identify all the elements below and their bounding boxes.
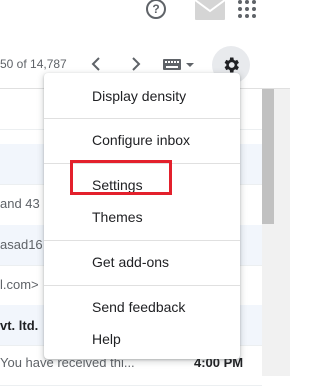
menu-divider [44, 240, 240, 241]
row-snippet: and 43 [0, 196, 40, 211]
menu-item-label: Configure inbox [92, 132, 191, 148]
menu-item-label: Themes [92, 209, 143, 225]
menu-item-label: Get add-ons [92, 254, 170, 270]
settings-highlight-box [70, 160, 172, 195]
menu-item-themes[interactable]: Themes [44, 204, 240, 230]
menu-item-help[interactable]: Help [44, 326, 240, 352]
row-snippet: asad16 [0, 237, 43, 252]
account-icon[interactable] [193, 0, 227, 22]
menu-divider [44, 118, 240, 119]
menu-divider [44, 285, 240, 286]
menu-item-label: Display density [92, 88, 187, 104]
row-snippet: vt. ltd. [0, 318, 39, 333]
gear-icon [224, 57, 239, 73]
menu-item-label: Send feedback [92, 299, 186, 315]
help-icon[interactable]: ? [143, 0, 171, 22]
top-header: ? [0, 0, 290, 40]
menu-item-get-add-ons[interactable]: Get add-ons [44, 249, 240, 275]
menu-item-display-density[interactable]: Display density [44, 83, 240, 109]
apps-grid-icon[interactable] [236, 0, 258, 18]
settings-menu: Display density Configure inbox Settings… [44, 73, 240, 359]
row-snippet: l.com> [0, 277, 39, 292]
menu-item-configure-inbox[interactable]: Configure inbox [44, 127, 240, 153]
scrollbar-thumb[interactable] [262, 89, 274, 224]
svg-text:?: ? [152, 2, 159, 16]
menu-item-send-feedback[interactable]: Send feedback [44, 294, 240, 320]
page-count: 50 of 14,787 [0, 57, 67, 71]
keyboard-icon[interactable] [160, 54, 198, 74]
menu-item-label: Help [92, 331, 121, 347]
